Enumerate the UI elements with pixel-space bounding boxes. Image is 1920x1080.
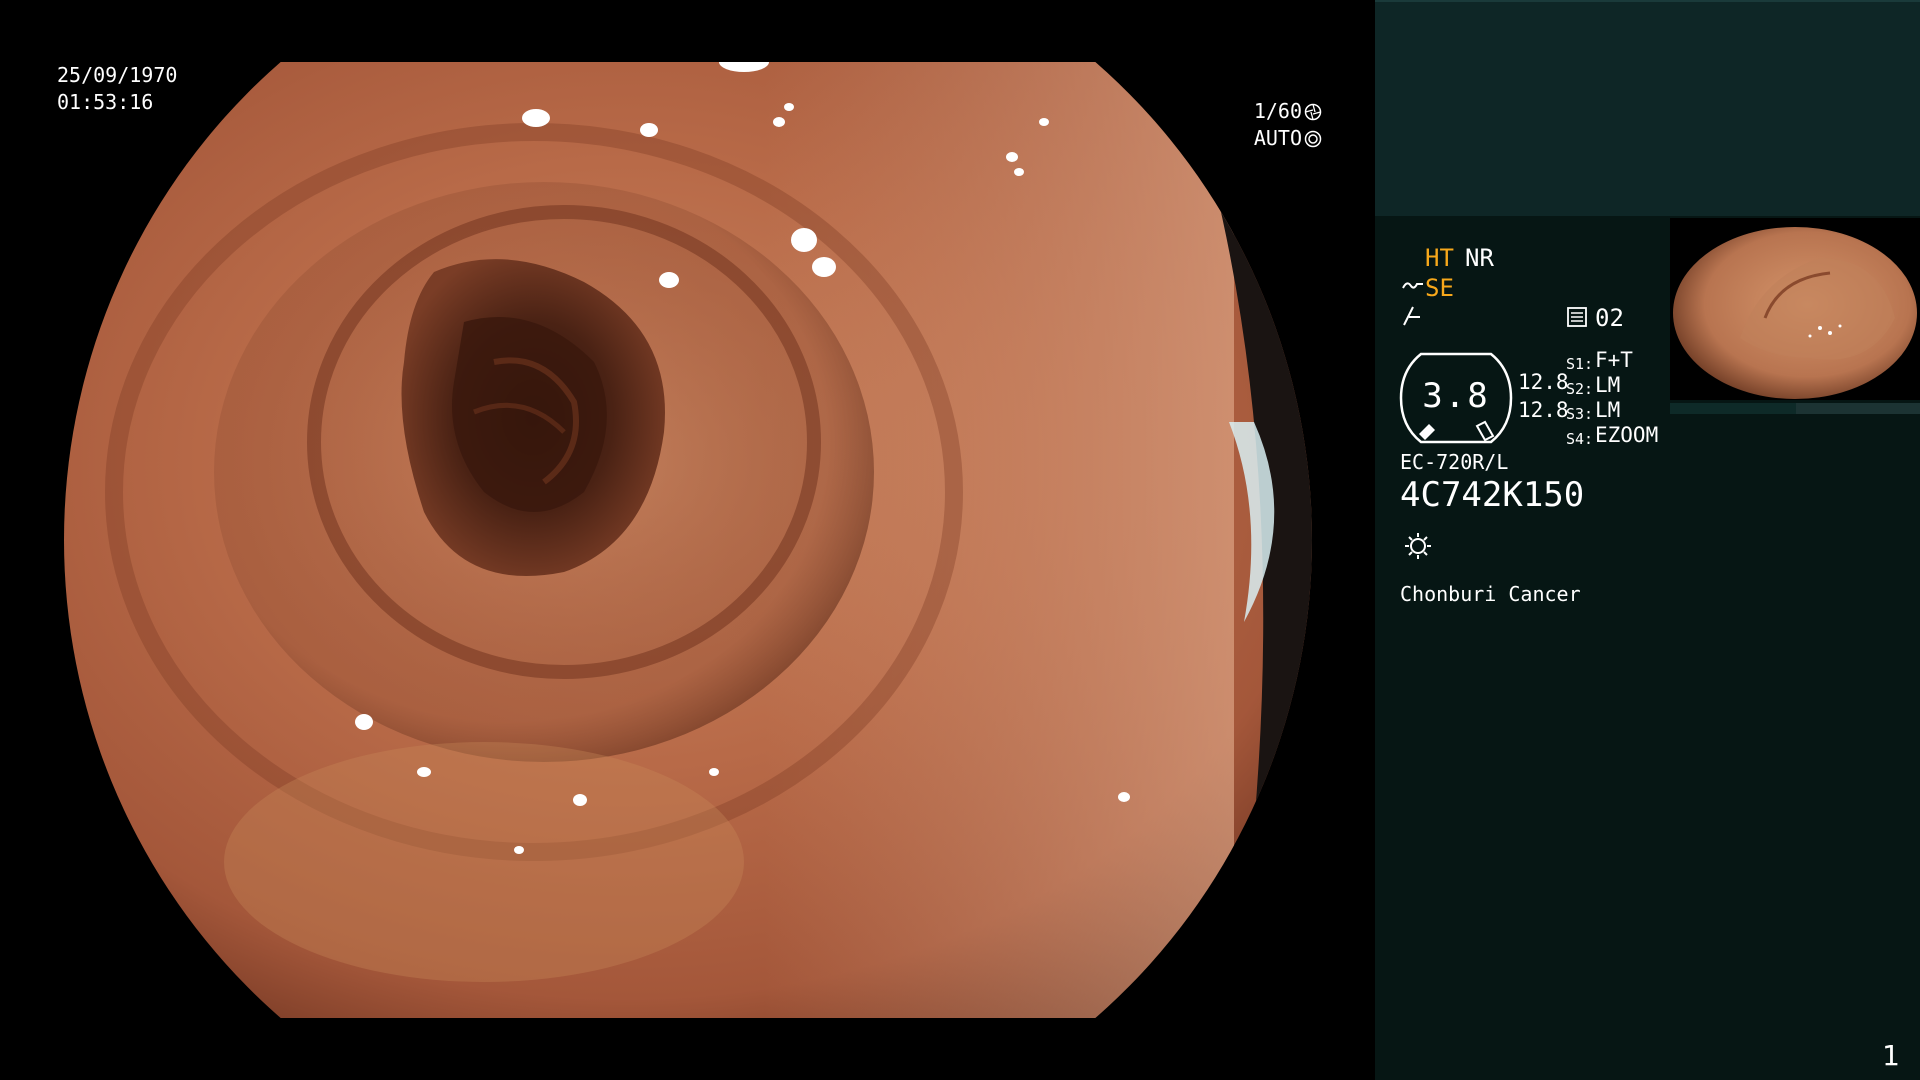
switch-value-s1: F+T bbox=[1595, 348, 1633, 372]
shutter-speed-text: 1/60 bbox=[1253, 99, 1302, 123]
time-text: 01:53:16 bbox=[57, 90, 154, 114]
endoscope-viewport: 25/09/1970 01:53:16 1/60 AUTO bbox=[0, 0, 1375, 1080]
structure-enhance-icon bbox=[1402, 282, 1423, 289]
scope-model: EC-720R/L bbox=[1400, 450, 1509, 474]
endoscopic-image bbox=[64, 62, 1312, 1018]
memory-icon bbox=[1567, 307, 1587, 327]
thumbnail-caption-bar bbox=[1670, 403, 1920, 414]
zoom-level: 3.8 bbox=[1422, 376, 1490, 416]
memory-number: 02 bbox=[1595, 304, 1624, 332]
mode-nr-label: NR bbox=[1465, 244, 1494, 272]
thumbnail-image[interactable] bbox=[1670, 218, 1920, 400]
shutter-icon bbox=[1304, 103, 1322, 120]
page-number: 1 bbox=[1882, 1039, 1900, 1072]
exposure-display: 1/60 AUTO bbox=[1252, 98, 1322, 152]
switch-label-s3: S3: bbox=[1566, 405, 1594, 423]
gain-value-1: 12.8 bbox=[1518, 370, 1569, 394]
panel-header-area bbox=[1375, 0, 1920, 216]
mode-se-label: SE bbox=[1425, 274, 1454, 302]
switch-label-s2: S2: bbox=[1566, 380, 1594, 398]
info-panel: HT NR SE 02 3.8 12.8 12.8 S1: F+T S2: LM… bbox=[1375, 0, 1920, 1080]
switch-label-s4: S4: bbox=[1566, 430, 1594, 448]
hospital-name: Chonburi Cancer bbox=[1400, 582, 1581, 606]
scope-serial: 4C742K150 bbox=[1400, 475, 1585, 515]
switch-value-s3: LM bbox=[1595, 398, 1621, 422]
date-text: 25/09/1970 bbox=[57, 63, 178, 87]
switch-value-s4: EZOOM bbox=[1595, 423, 1659, 447]
iris-icon bbox=[1304, 130, 1322, 147]
switch-label-s1: S1: bbox=[1566, 355, 1594, 373]
zoom-indicator: 3.8 bbox=[1399, 350, 1513, 446]
iris-mode-text: AUTO bbox=[1253, 126, 1302, 150]
light-icon bbox=[1405, 533, 1431, 559]
gain-value-2: 12.8 bbox=[1518, 398, 1569, 422]
switch-value-s2: LM bbox=[1595, 373, 1621, 397]
color-enhance-icon bbox=[1403, 306, 1420, 326]
date-time-display: 25/09/1970 01:53:16 bbox=[57, 62, 177, 116]
mode-ht-label: HT bbox=[1425, 244, 1454, 272]
